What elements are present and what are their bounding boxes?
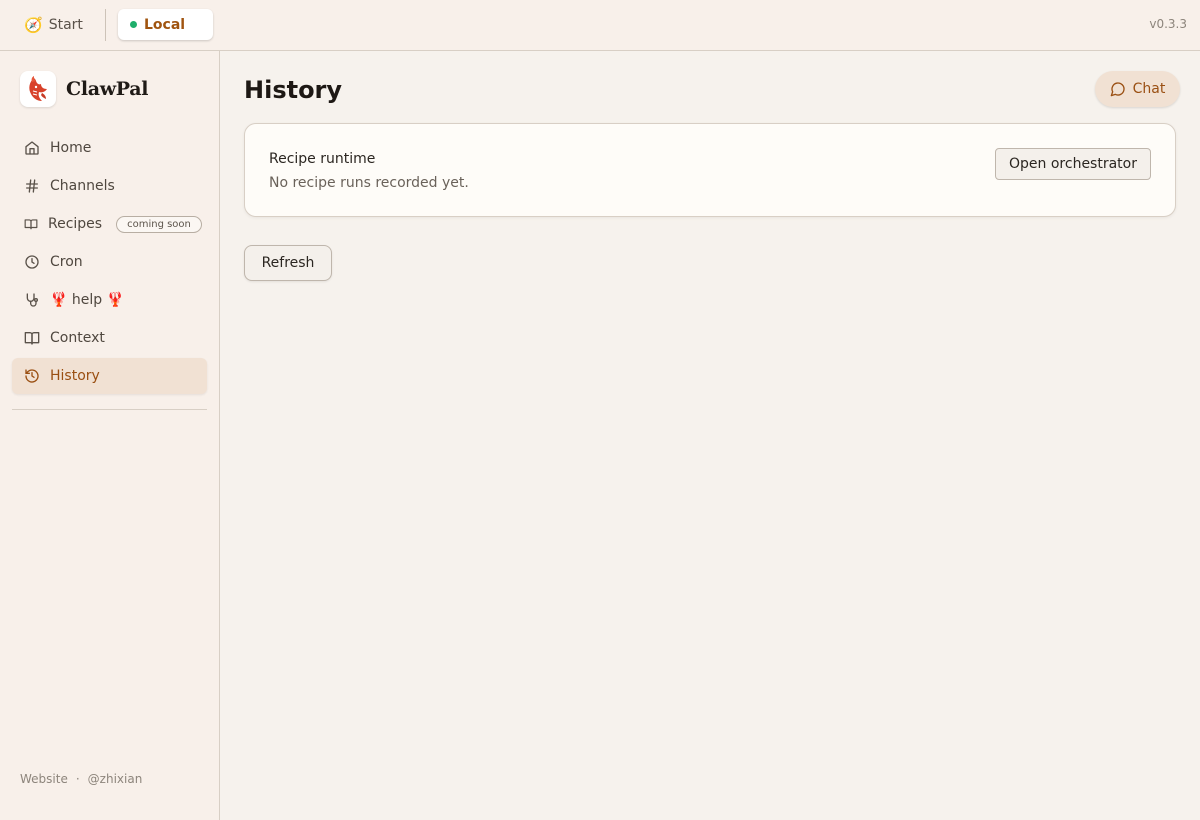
sidebar-divider bbox=[12, 409, 207, 410]
sidebar-item-context[interactable]: Context bbox=[12, 320, 207, 356]
chat-button-label: Chat bbox=[1132, 81, 1166, 97]
version-label: v0.3.3 bbox=[1149, 17, 1187, 31]
top-bar: 🧭 Start Local v0.3.3 bbox=[0, 0, 1200, 51]
sidebar-item-home[interactable]: Home bbox=[12, 130, 207, 166]
open-book-icon bbox=[24, 332, 40, 345]
sidebar-item-cron[interactable]: Cron bbox=[12, 244, 207, 280]
sidebar-item-label: 🦞 help 🦞 bbox=[50, 292, 125, 308]
tab-local[interactable]: Local bbox=[118, 9, 213, 40]
chat-bubble-icon bbox=[1110, 82, 1125, 97]
coming-soon-badge: coming soon bbox=[116, 215, 202, 233]
open-orchestrator-button[interactable]: Open orchestrator bbox=[995, 148, 1151, 180]
sidebar-footer: Website · @zhixian bbox=[20, 772, 142, 786]
sidebar-item-label: Channels bbox=[50, 178, 115, 194]
footer-separator: · bbox=[75, 772, 80, 786]
recipe-runtime-card: Recipe runtime No recipe runs recorded y… bbox=[244, 123, 1176, 217]
page-title: History bbox=[244, 76, 343, 104]
book-icon bbox=[24, 219, 38, 230]
card-empty-state: No recipe runs recorded yet. bbox=[269, 175, 469, 191]
sidebar-item-history[interactable]: History bbox=[12, 358, 207, 394]
sidebar-item-recipes[interactable]: Recipes coming soon bbox=[12, 206, 207, 242]
stethoscope-icon bbox=[26, 293, 38, 307]
history-icon bbox=[25, 369, 39, 383]
tab-start-label: Start bbox=[48, 17, 83, 33]
sidebar-item-label: Home bbox=[50, 140, 92, 156]
hash-icon bbox=[26, 179, 38, 193]
sidebar: ClawPal Home Channels Recipes coming soo… bbox=[0, 51, 220, 820]
brand[interactable]: ClawPal bbox=[20, 71, 149, 107]
compass-icon: 🧭 bbox=[24, 15, 43, 34]
clock-icon bbox=[25, 255, 39, 269]
status-dot-icon bbox=[130, 21, 137, 28]
brand-name: ClawPal bbox=[66, 78, 149, 100]
lobster-logo bbox=[20, 71, 56, 107]
sidebar-item-label: Context bbox=[50, 330, 105, 346]
sidebar-item-label: Recipes bbox=[48, 216, 103, 232]
tab-local-label: Local bbox=[144, 16, 186, 33]
tab-separator bbox=[105, 9, 106, 41]
tab-start[interactable]: 🧭 Start bbox=[24, 14, 83, 36]
card-title: Recipe runtime bbox=[269, 151, 376, 167]
refresh-button[interactable]: Refresh bbox=[244, 245, 332, 281]
sidebar-item-label: History bbox=[50, 368, 100, 384]
sidebar-item-label: Cron bbox=[50, 254, 83, 270]
sidebar-nav: Home Channels Recipes coming soon Cron 🦞… bbox=[12, 130, 207, 396]
home-icon bbox=[25, 141, 39, 155]
chat-button[interactable]: Chat bbox=[1095, 71, 1180, 107]
sidebar-item-channels[interactable]: Channels bbox=[12, 168, 207, 204]
author-link[interactable]: @zhixian bbox=[88, 772, 143, 786]
sidebar-item-help[interactable]: 🦞 help 🦞 bbox=[12, 282, 207, 318]
website-link[interactable]: Website bbox=[20, 772, 68, 786]
